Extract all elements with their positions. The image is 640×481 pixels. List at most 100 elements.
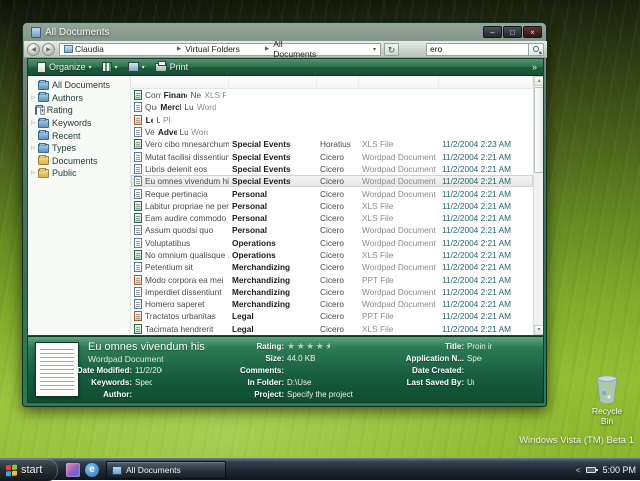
table-row[interactable]: Assum quodsi quo Personal Cicero Wordpad… xyxy=(131,224,533,236)
battery-icon[interactable] xyxy=(586,467,596,473)
table-row[interactable]: Eam audire commodo Personal Cicero XLS F… xyxy=(131,212,533,224)
file-name-cell[interactable]: No omnium qualisque ... xyxy=(131,250,229,260)
sidebar-item-label[interactable]: All Documents xyxy=(52,80,110,90)
table-row[interactable]: Libris delenit eos Special Events Cicero… xyxy=(131,163,533,175)
print-button[interactable]: Print xyxy=(150,60,194,75)
table-row[interactable]: Reque pertinacia Personal Cicero Wordpad… xyxy=(131,187,533,199)
expander-icon[interactable]: ▷ xyxy=(31,170,38,176)
details-field-value[interactable]: Proin imperdiet ipsum ... xyxy=(467,341,492,352)
table-row[interactable]: Homero rationibus omi... Legal Lucrecia … xyxy=(131,114,173,126)
start-button[interactable]: start xyxy=(0,459,58,481)
details-field-value[interactable]: Unknown xyxy=(467,377,474,388)
sidebar-item[interactable]: ▷ ▾ All Documents xyxy=(28,79,126,92)
sidebar-item-label[interactable]: Documents xyxy=(52,156,98,166)
table-row[interactable]: Vero nostro Advertising Lucrecia Wordpad… xyxy=(131,126,211,138)
search-button[interactable] xyxy=(528,43,544,56)
file-name-cell[interactable]: Modo corpora ea mei xyxy=(131,275,229,285)
table-row[interactable]: Petentium sit Merchandizing Cicero Wordp… xyxy=(131,261,533,273)
details-field-value[interactable]: 44.0 KB xyxy=(287,353,315,364)
recycle-bin-label[interactable]: Recycle Bin xyxy=(585,406,629,426)
column-header[interactable] xyxy=(229,76,317,88)
details-field-value[interactable]: D:\Users\Public\Docum... xyxy=(287,377,312,388)
file-name-cell[interactable]: Assum quodsi quo xyxy=(131,225,229,235)
toolbar-overflow-chevron[interactable]: » xyxy=(532,62,539,72)
table-row[interactable]: Eu omnes vivendum his Special Events Cic… xyxy=(131,175,533,187)
sidebar-item[interactable]: ▷ ▾ Authors xyxy=(28,92,116,105)
scroll-down-icon[interactable]: ▾ xyxy=(534,325,543,335)
quick-launch-media-icon[interactable] xyxy=(66,463,80,477)
sidebar-item[interactable]: ▷ ▾ Rating xyxy=(28,104,70,117)
recycle-bin[interactable]: Recycle Bin xyxy=(585,375,629,426)
file-name-cell[interactable]: Imperdiet dissentiunt xyxy=(131,287,229,297)
vertical-scrollbar[interactable]: ▴ ▾ xyxy=(533,76,543,335)
table-row[interactable]: Convallis gravida Finances; Advertising … xyxy=(131,89,229,101)
sidebar-item[interactable]: ▷ ▾ Keywords xyxy=(28,117,108,130)
column-header[interactable] xyxy=(317,76,359,88)
file-name-cell[interactable]: Convallis gravida xyxy=(131,90,161,100)
column-header[interactable] xyxy=(131,76,229,88)
file-name-cell[interactable]: Tacimata hendrerit xyxy=(131,324,229,334)
details-field-value[interactable]: ★★★★★ xyxy=(287,341,330,352)
file-name-cell[interactable]: Vero cibo mnesarchum xyxy=(131,139,229,149)
details-field-value[interactable]: Specify the application ... xyxy=(467,353,482,364)
file-name-cell[interactable]: Homero rationibus omi... xyxy=(131,115,143,125)
refresh-button[interactable]: ↻ xyxy=(384,43,399,56)
breadcrumb-item-label[interactable]: Claudia xyxy=(75,44,104,54)
sidebar-item-label[interactable]: Recent xyxy=(52,131,81,141)
file-name-cell[interactable]: Labitur propriae ne per xyxy=(131,201,229,211)
expander-icon[interactable]: ▷ xyxy=(31,145,38,151)
taskbar-clock[interactable]: 5:00 PM xyxy=(602,465,636,475)
file-name-cell[interactable]: Vero nostro xyxy=(131,127,155,137)
minimize-button[interactable]: – xyxy=(483,26,502,38)
sidebar-item[interactable]: ▷ ▾ Types xyxy=(28,142,130,155)
file-name-cell[interactable]: Homero saperet xyxy=(131,299,229,309)
file-name-cell[interactable]: Mutat facilisi dissentiunt xyxy=(131,152,229,162)
breadcrumb-item-label[interactable]: All Documents xyxy=(273,39,316,59)
table-row[interactable]: Quo an nibh ceteros Merchandizing Lucrec… xyxy=(131,101,219,113)
sidebar-item[interactable]: ▷ ▾ Recent xyxy=(28,129,130,142)
breadcrumb-item-label[interactable]: Virtual Folders xyxy=(185,44,240,54)
sidebar-item-label[interactable]: Rating xyxy=(47,105,73,115)
file-name-cell[interactable]: Tractatos urbanitas xyxy=(131,311,229,321)
address-dropdown-icon[interactable]: ▾ xyxy=(371,46,378,53)
details-field-value[interactable]: Specify the project xyxy=(287,389,353,400)
expander-icon[interactable]: ▷ xyxy=(31,120,38,126)
table-row[interactable]: No omnium qualisque ... Operations Cicer… xyxy=(131,249,533,261)
back-button[interactable]: ◀ xyxy=(27,43,40,56)
sidebar-item[interactable]: ▷ ▾ Public xyxy=(28,167,130,180)
search-input[interactable] xyxy=(426,43,528,56)
sidebar-item-label[interactable]: Public xyxy=(52,168,77,178)
table-row[interactable]: Mutat facilisi dissentiunt Special Event… xyxy=(131,150,533,162)
file-name-cell[interactable]: Eu omnes vivendum his xyxy=(131,176,229,186)
expander-icon[interactable]: ▷ xyxy=(31,95,38,101)
close-button[interactable]: × xyxy=(523,26,542,38)
sidebar-item[interactable]: ▷ ▾ Documents xyxy=(28,155,130,168)
file-name-cell[interactable]: Libris delenit eos xyxy=(131,164,229,174)
table-row[interactable]: Voluptatibus Operations Cicero Wordpad D… xyxy=(131,237,533,249)
column-header[interactable] xyxy=(359,76,439,88)
breadcrumb-item[interactable]: ▶Claudia xyxy=(75,44,173,54)
file-name-cell[interactable]: Voluptatibus xyxy=(131,238,229,248)
sidebar-item-label[interactable]: Authors xyxy=(52,93,83,103)
sidebar-item-label[interactable]: Types xyxy=(52,143,76,153)
table-row[interactable]: Tacimata hendrerit Legal Cicero XLS File… xyxy=(131,323,533,335)
table-row[interactable]: Modo corpora ea mei Merchandizing Cicero… xyxy=(131,273,533,285)
forward-button[interactable]: ▶ xyxy=(42,43,55,56)
file-name-cell[interactable]: Eam audire commodo xyxy=(131,213,229,223)
table-row[interactable]: Tractatos urbanitas Legal Cicero PPT Fil… xyxy=(131,310,533,322)
column-header[interactable] xyxy=(439,76,533,88)
scrollbar-thumb[interactable] xyxy=(534,87,543,173)
file-name-cell[interactable]: Reque pertinacia xyxy=(131,189,229,199)
table-row[interactable]: Imperdiet dissentiunt Merchandizing Cice… xyxy=(131,286,533,298)
table-row[interactable]: Labitur propriae ne per Personal Cicero … xyxy=(131,200,533,212)
internet-explorer-icon[interactable]: e xyxy=(85,463,99,477)
organize-button[interactable]: Organize ▾ xyxy=(32,60,97,75)
recycle-bin-icon[interactable] xyxy=(595,375,619,405)
table-row[interactable]: Vero cibo mnesarchum Special Events Hora… xyxy=(131,138,533,150)
taskbar-window-button[interactable]: All Documents xyxy=(106,461,226,479)
breadcrumb[interactable]: ▶Claudia▶Virtual Folders▶All Documents ▾ xyxy=(59,43,381,56)
sidebar-item-label[interactable]: Keywords xyxy=(52,118,92,128)
breadcrumb-item[interactable]: ▶Virtual Folders xyxy=(173,44,261,54)
table-row[interactable]: Homero saperet Merchandizing Cicero Word… xyxy=(131,298,533,310)
views-columns-button[interactable]: ▾ xyxy=(97,60,123,75)
